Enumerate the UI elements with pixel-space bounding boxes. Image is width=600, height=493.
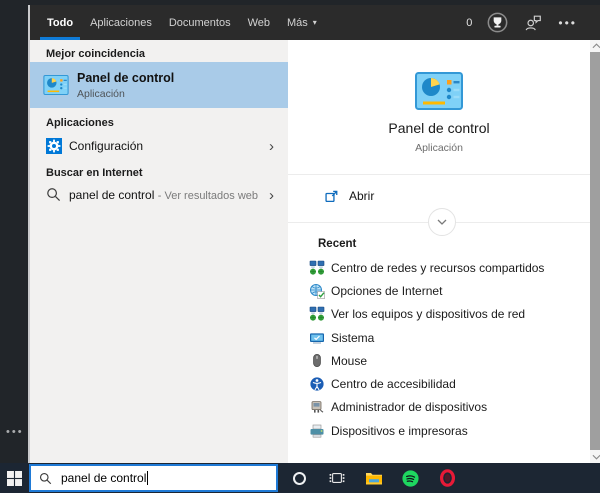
tab-label: Más xyxy=(287,17,308,29)
chevron-down-icon: ▾ xyxy=(313,18,317,27)
tab-label: Documentos xyxy=(169,17,231,29)
recent-item[interactable]: Sistema xyxy=(288,326,590,349)
section-header-best-match: Mejor coincidencia xyxy=(30,48,145,60)
recent-item[interactable]: Ver los equipos y dispositivos de red xyxy=(288,303,590,326)
recent-item-label: Mouse xyxy=(331,354,367,368)
recent-list: Centro de redes y recursos compartidos O… xyxy=(288,256,590,442)
hero-icon-wrap xyxy=(288,72,590,115)
recent-item[interactable]: Administrador de dispositivos xyxy=(288,396,590,419)
task-view-button[interactable] xyxy=(318,463,355,493)
header-actions: 0 ••• xyxy=(466,12,600,33)
search-tabs-bar: Todo Aplicaciones Documentos Web Más ▾ 0 xyxy=(30,5,600,40)
search-icon xyxy=(46,187,62,203)
taskbar: panel de control xyxy=(0,463,600,493)
preview-panel: Panel de control Aplicación Abrir Recent xyxy=(288,40,600,463)
file-explorer-button[interactable] xyxy=(355,463,392,493)
results-panel: Mejor coincidencia Panel de control xyxy=(30,40,288,463)
preview-subtitle: Aplicación xyxy=(288,142,590,154)
device-manager-icon xyxy=(309,399,325,415)
result-configuracion[interactable]: Configuración › xyxy=(30,133,288,159)
taskbar-icons xyxy=(278,463,466,493)
opera-icon xyxy=(439,469,456,487)
best-match-text: Panel de control Aplicación xyxy=(77,71,174,100)
recent-item[interactable]: Opciones de Internet xyxy=(288,279,590,302)
tab-label: Todo xyxy=(47,17,73,29)
expand-button[interactable] xyxy=(428,208,456,236)
network-icon xyxy=(309,260,325,276)
recent-item-label: Sistema xyxy=(331,331,374,345)
opera-button[interactable] xyxy=(429,463,466,493)
network-icon xyxy=(309,306,325,322)
result-label: Configuración xyxy=(69,139,143,153)
more-options-icon[interactable]: ••• xyxy=(558,16,577,30)
open-action[interactable]: Abrir xyxy=(288,182,590,210)
recent-item[interactable]: Centro de accesibilidad xyxy=(288,372,590,395)
open-label: Abrir xyxy=(349,189,374,203)
tab-label: Web xyxy=(248,17,270,29)
rewards-count: 0 xyxy=(466,17,472,29)
task-view-icon xyxy=(329,470,345,486)
section-header-apps: Aplicaciones xyxy=(30,117,114,129)
recent-item-label: Dispositivos e impresoras xyxy=(331,424,468,438)
control-panel-icon xyxy=(415,72,463,115)
web-search-suffix: - Ver resultados web xyxy=(158,190,258,202)
taskbar-search-input[interactable]: panel de control xyxy=(29,464,278,492)
recent-item[interactable]: Centro de redes y recursos compartidos xyxy=(288,256,590,279)
search-flyout: Todo Aplicaciones Documentos Web Más ▾ 0 xyxy=(28,5,600,463)
recent-item-label: Administrador de dispositivos xyxy=(331,400,487,414)
recent-item-label: Centro de accesibilidad xyxy=(331,377,456,391)
recent-item-label: Opciones de Internet xyxy=(331,284,442,298)
scrollbar-thumb[interactable] xyxy=(590,52,600,450)
open-window-icon xyxy=(324,189,339,204)
tab-todo[interactable]: Todo xyxy=(47,5,73,40)
internet-options-icon xyxy=(309,283,325,299)
chevron-right-icon[interactable]: › xyxy=(269,139,274,154)
system-icon xyxy=(309,330,325,346)
search-input-value: panel de control xyxy=(61,471,146,485)
section-header-web-search: Buscar en Internet xyxy=(30,167,143,179)
accessibility-icon xyxy=(309,376,325,392)
preview-title: Panel de control xyxy=(288,120,590,136)
web-search-query: panel de control xyxy=(69,188,154,202)
best-match-result[interactable]: Panel de control Aplicación xyxy=(30,62,288,108)
result-label: panel de control - Ver resultados web xyxy=(69,188,258,202)
result-web-search[interactable]: panel de control - Ver resultados web › xyxy=(30,182,288,208)
feedback-person-icon[interactable] xyxy=(523,13,543,33)
recent-item-label: Ver los equipos y dispositivos de red xyxy=(331,307,525,321)
recent-item[interactable]: Dispositivos e impresoras xyxy=(288,419,590,442)
folder-icon xyxy=(365,471,383,486)
windows-logo-icon xyxy=(7,471,22,486)
scrollbar[interactable] xyxy=(590,40,600,463)
scroll-down-icon[interactable] xyxy=(590,451,600,463)
divider xyxy=(288,174,590,175)
recent-item-label: Centro de redes y recursos compartidos xyxy=(331,261,544,275)
scroll-up-icon[interactable] xyxy=(590,40,600,52)
tab-label: Aplicaciones xyxy=(90,17,152,29)
chevron-right-icon[interactable]: › xyxy=(269,188,274,203)
settings-gear-icon xyxy=(46,138,62,154)
cortana-button[interactable] xyxy=(281,463,318,493)
tab-documentos[interactable]: Documentos xyxy=(169,5,231,40)
tabs: Todo Aplicaciones Documentos Web Más ▾ xyxy=(30,5,317,40)
text-caret xyxy=(147,471,148,485)
spotify-icon xyxy=(402,470,419,487)
spotify-button[interactable] xyxy=(392,463,429,493)
mouse-icon xyxy=(309,353,325,369)
start-button[interactable] xyxy=(0,463,29,493)
recent-item[interactable]: Mouse xyxy=(288,349,590,372)
recent-header: Recent xyxy=(318,238,356,250)
rewards-trophy-icon[interactable] xyxy=(487,12,508,33)
cortana-icon xyxy=(293,472,306,485)
tab-aplicaciones[interactable]: Aplicaciones xyxy=(90,5,152,40)
best-match-title: Panel de control xyxy=(77,71,174,85)
tab-web[interactable]: Web xyxy=(248,5,270,40)
chevron-down-icon xyxy=(434,214,450,230)
best-match-subtitle: Aplicación xyxy=(77,88,174,100)
search-icon xyxy=(39,472,52,485)
tab-mas[interactable]: Más ▾ xyxy=(287,5,317,40)
devices-printers-icon xyxy=(309,423,325,439)
desktop-overflow-dots-icon[interactable]: ••• xyxy=(6,426,24,438)
control-panel-icon xyxy=(43,75,69,95)
